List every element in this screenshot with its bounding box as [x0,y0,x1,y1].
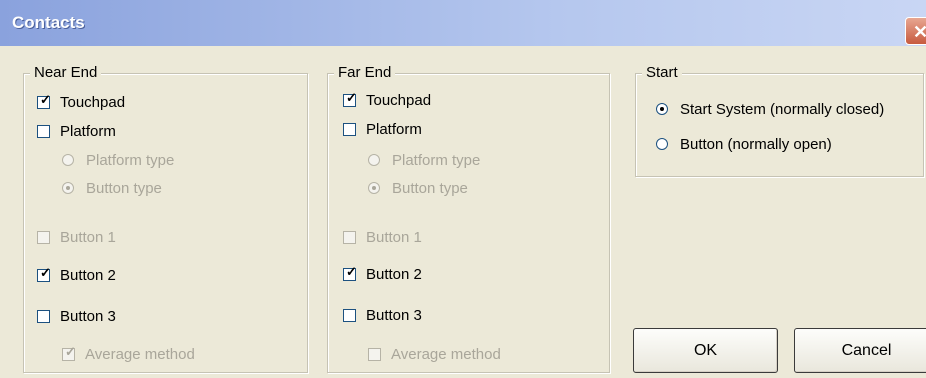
near-button3-checkbox[interactable]: Button 3 [37,306,116,326]
radio-circle[interactable] [368,182,380,194]
far-platform-checkbox[interactable]: Platform [343,119,422,139]
start-legend: Start [642,64,682,81]
near-platform-type-radio[interactable]: Platform type [62,150,174,170]
checkbox-box[interactable]: ✓ [37,264,51,282]
far-average-method-label: Average method [391,345,501,363]
near-button2-checkbox[interactable]: ✓ Button 2 [37,265,116,285]
near-button1-checkbox[interactable]: Button 1 [37,227,116,247]
check-icon: ✓ [40,264,51,280]
near-button-type-radio[interactable]: Button type [62,178,162,198]
near-button3-label: Button 3 [60,307,116,325]
radio-dot [66,186,70,190]
button-normally-open-label: Button (normally open) [680,135,832,153]
checkbox-box[interactable]: ✓ [62,343,76,361]
near-touchpad-label: Touchpad [60,93,126,111]
near-end-legend: Near End [30,64,102,81]
checkbox-box[interactable] [343,308,356,322]
far-end-legend: Far End [334,64,396,81]
checkbox-box[interactable] [37,309,50,323]
near-button1-label: Button 1 [60,228,116,246]
close-button[interactable]: ✕ [905,17,926,45]
far-touchpad-checkbox[interactable]: ✓ Touchpad [343,90,431,110]
checkbox-box[interactable] [37,124,50,138]
far-button3-label: Button 3 [366,306,422,324]
checkbox-box[interactable] [37,230,50,244]
ok-button[interactable]: OK [633,328,778,373]
close-icon: ✕ [913,22,926,42]
checkbox-box[interactable] [368,347,381,361]
near-touchpad-checkbox[interactable]: ✓ Touchpad [37,92,125,112]
start-system-radio[interactable]: Start System (normally closed) [656,99,884,119]
title-bar: Contacts ✕ [0,0,926,46]
far-button1-checkbox[interactable]: Button 1 [343,227,422,247]
checkbox-box[interactable]: ✓ [343,89,357,107]
cancel-button[interactable]: Cancel [794,328,926,373]
radio-circle[interactable] [368,154,380,166]
near-button2-label: Button 2 [60,266,116,284]
near-average-method-checkbox[interactable]: ✓ Average method [62,344,195,364]
far-touchpad-label: Touchpad [366,91,432,109]
far-end-group: Far End [327,64,610,373]
radio-dot [372,186,376,190]
radio-circle[interactable] [656,103,668,115]
far-button-type-radio[interactable]: Button type [368,178,468,198]
near-platform-label: Platform [60,122,116,140]
far-button-type-label: Button type [392,179,468,197]
window-title: Contacts [12,13,85,32]
far-button1-label: Button 1 [366,228,422,246]
radio-dot [660,107,664,111]
near-average-method-label: Average method [85,345,195,363]
radio-circle[interactable] [656,138,668,150]
radio-circle[interactable] [62,182,74,194]
checkbox-box[interactable]: ✓ [37,91,51,109]
check-icon: ✓ [346,263,357,279]
far-platform-label: Platform [366,120,422,138]
radio-circle[interactable] [62,154,74,166]
near-button-type-label: Button type [86,179,162,197]
start-system-label: Start System (normally closed) [680,100,885,118]
near-platform-checkbox[interactable]: Platform [37,121,116,141]
button-normally-open-radio[interactable]: Button (normally open) [656,134,832,154]
check-icon: ✓ [65,343,76,359]
far-button3-checkbox[interactable]: Button 3 [343,305,422,325]
near-platform-type-label: Platform type [86,151,175,169]
far-button2-label: Button 2 [366,265,422,283]
far-button2-checkbox[interactable]: ✓ Button 2 [343,264,422,284]
start-group: Start [635,64,924,177]
checkbox-box[interactable] [343,122,356,136]
far-average-method-checkbox[interactable]: Average method [368,344,501,364]
far-platform-type-radio[interactable]: Platform type [368,150,480,170]
far-platform-type-label: Platform type [392,151,481,169]
checkbox-box[interactable] [343,230,356,244]
check-icon: ✓ [40,91,51,107]
check-icon: ✓ [346,89,357,105]
near-end-group: Near End [23,64,308,373]
checkbox-box[interactable]: ✓ [343,263,357,281]
